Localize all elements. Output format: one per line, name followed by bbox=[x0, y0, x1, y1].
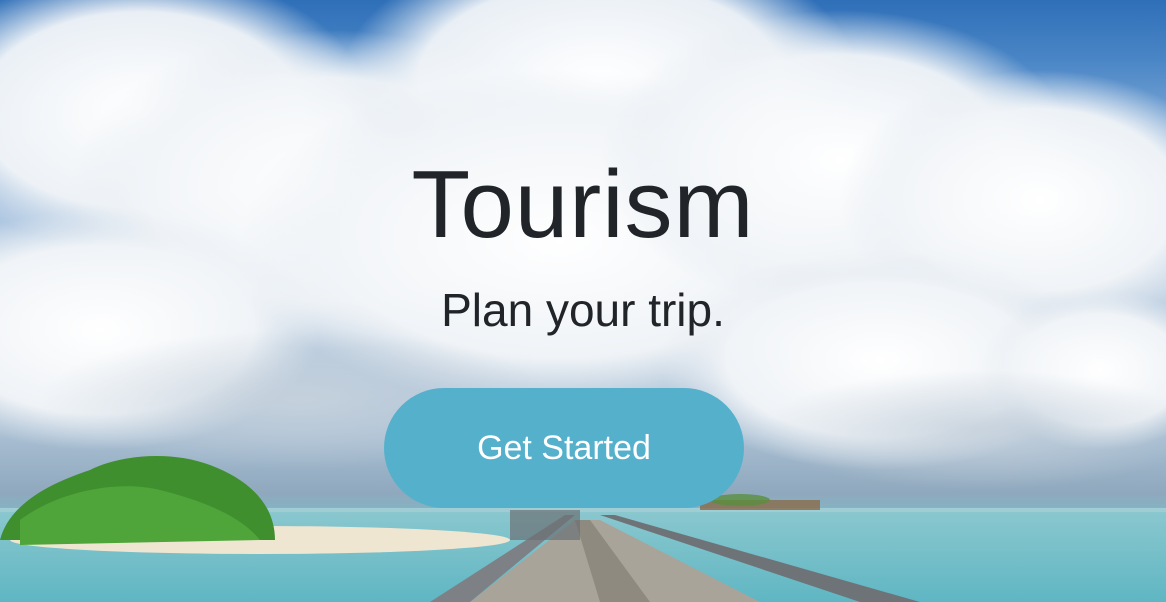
hero-subtitle: Plan your trip. bbox=[441, 284, 725, 336]
hero-content: Tourism Plan your trip. bbox=[0, 150, 1166, 338]
hero-section: Tourism Plan your trip. Get Started bbox=[0, 0, 1166, 602]
hero-title: Tourism bbox=[411, 151, 755, 258]
get-started-button[interactable]: Get Started bbox=[384, 388, 744, 508]
